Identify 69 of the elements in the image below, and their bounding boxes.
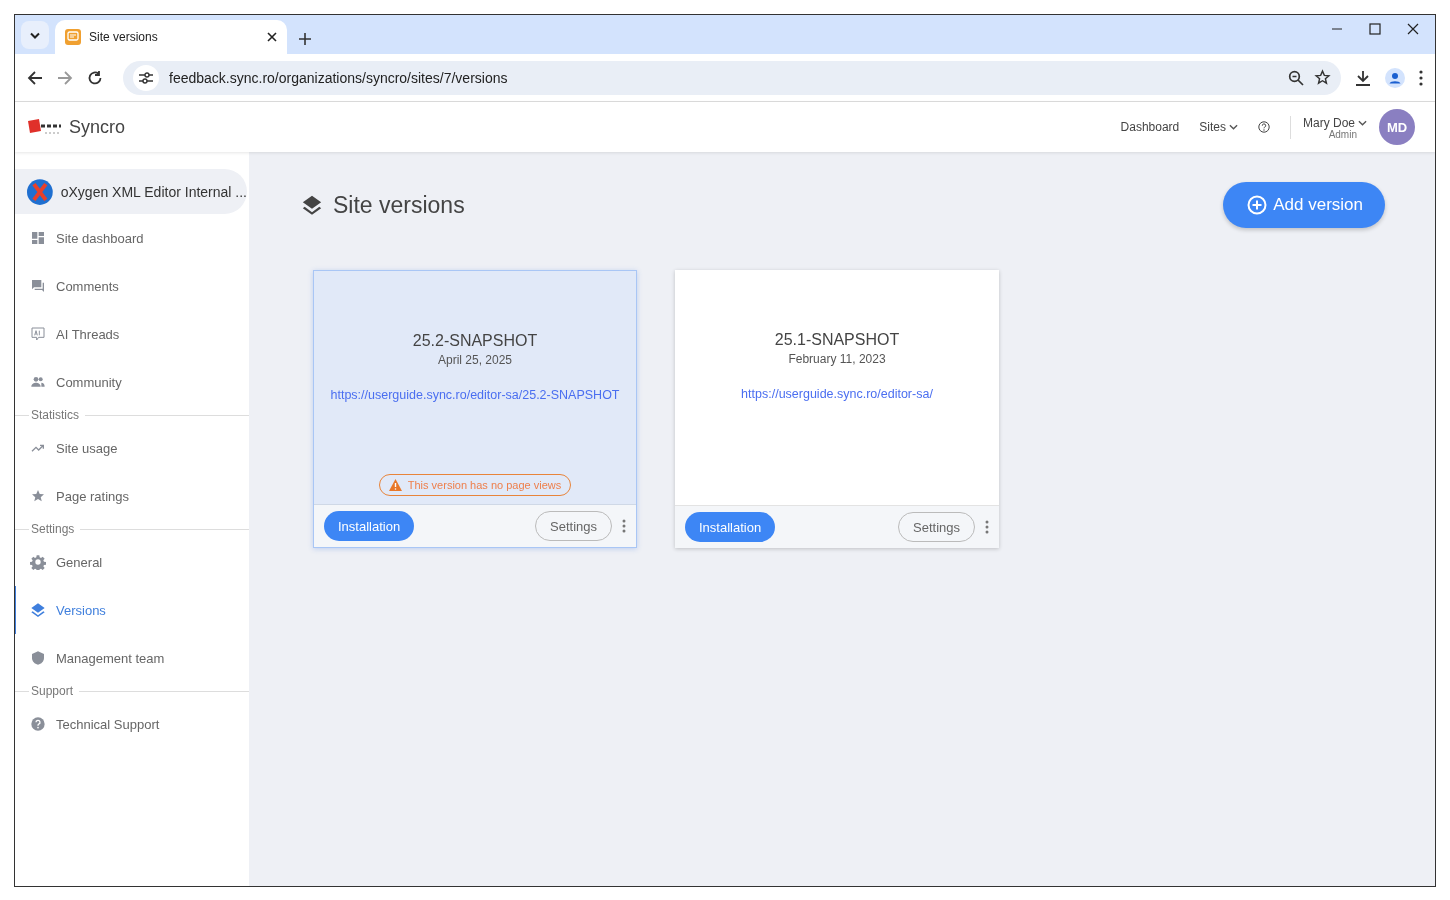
profile-icon[interactable] bbox=[1385, 67, 1405, 88]
gear-icon bbox=[30, 554, 46, 570]
close-icon[interactable] bbox=[1407, 22, 1419, 35]
version-link[interactable]: https://userguide.sync.ro/editor-sa/ bbox=[741, 387, 933, 401]
layers-icon bbox=[30, 602, 46, 618]
brand-name: Syncro bbox=[69, 116, 126, 138]
user-role: Admin bbox=[1328, 129, 1357, 139]
logo-icon bbox=[27, 118, 63, 136]
help-icon bbox=[30, 716, 46, 732]
chevron-down-icon bbox=[30, 31, 40, 39]
star-icon[interactable] bbox=[1314, 69, 1331, 86]
new-tab-icon[interactable] bbox=[299, 33, 311, 45]
chevron-down-icon bbox=[1358, 119, 1367, 126]
shield-icon bbox=[30, 650, 46, 666]
sidebar-item[interactable]: Comments bbox=[15, 262, 249, 310]
site-logo-icon bbox=[27, 178, 53, 205]
browser-tab[interactable]: Site versions bbox=[55, 20, 287, 54]
sidebar-item[interactable]: AI Threads bbox=[15, 310, 249, 358]
dashboard-icon bbox=[30, 230, 46, 246]
feedback-icon bbox=[65, 29, 81, 45]
back-arrow-icon[interactable] bbox=[27, 69, 43, 86]
sidebar-item[interactable]: Page ratings bbox=[15, 472, 249, 520]
sidebar-item[interactable]: Site usage bbox=[15, 424, 249, 472]
sidebar-item[interactable]: Versions bbox=[15, 586, 249, 634]
installation-button[interactable]: Installation bbox=[324, 511, 415, 541]
version-card[interactable]: 25.2-SNAPSHOT April 25, 2025 https://userguide.sync.ro/editor-sa/25.2-SNAPSHOT This version has no page views Installation Settings bbox=[313, 270, 637, 548]
address-bar[interactable]: feedback.sync.ro/organizations/syncro/sites/7/versions bbox=[123, 60, 1341, 95]
comments-icon bbox=[30, 278, 46, 294]
close-icon[interactable] bbox=[267, 32, 277, 42]
version-link[interactable]: https://userguide.sync.ro/editor-sa/25.2-SNAPSHOT bbox=[330, 388, 620, 402]
site-selector[interactable]: oXygen XML Editor Internal ... bbox=[15, 169, 247, 214]
plus-circle-icon bbox=[1247, 195, 1268, 215]
maximize-icon[interactable] bbox=[1369, 22, 1381, 35]
warning-icon bbox=[388, 479, 402, 491]
star-icon bbox=[30, 488, 46, 504]
download-icon[interactable] bbox=[1355, 69, 1371, 86]
nav-link[interactable]: Dashboard bbox=[1120, 120, 1180, 134]
sidebar-item[interactable]: General bbox=[15, 538, 249, 586]
more-icon[interactable] bbox=[985, 520, 989, 534]
site-settings-icon bbox=[139, 71, 153, 84]
zoom-icon[interactable] bbox=[1288, 69, 1304, 86]
version-name: 25.2-SNAPSHOT bbox=[412, 332, 538, 350]
version-card[interactable]: 25.1-SNAPSHOT February 11, 2023 https://userguide.sync.ro/editor-sa/ Installation Settings bbox=[675, 270, 999, 548]
version-date: April 25, 2025 bbox=[437, 353, 513, 367]
reload-icon[interactable] bbox=[87, 69, 103, 86]
nav-link[interactable]: Sites bbox=[1199, 120, 1238, 134]
menu-icon[interactable] bbox=[1419, 69, 1423, 86]
sidebar-item[interactable]: Site dashboard bbox=[15, 214, 249, 262]
installation-button[interactable]: Installation bbox=[685, 512, 776, 542]
ai-icon bbox=[30, 326, 46, 342]
page-title: Site versions bbox=[333, 191, 465, 219]
version-name: 25.1-SNAPSHOT bbox=[774, 331, 900, 349]
chevron-down-icon bbox=[1229, 124, 1238, 130]
forward-arrow-icon[interactable] bbox=[57, 69, 73, 86]
more-icon[interactable] bbox=[622, 519, 626, 533]
user-menu[interactable]: Mary Doe bbox=[1303, 115, 1367, 130]
sidebar-item[interactable]: Technical Support bbox=[15, 700, 249, 748]
user-avatar[interactable]: MD bbox=[1379, 109, 1415, 145]
help-icon[interactable] bbox=[1258, 121, 1270, 133]
sidebar-item[interactable]: Management team bbox=[15, 634, 249, 682]
section-label: Statistics bbox=[31, 408, 79, 422]
section-label: Support bbox=[31, 684, 74, 698]
version-date: February 11, 2023 bbox=[788, 352, 886, 366]
layers-icon bbox=[301, 194, 323, 216]
tab-list-button[interactable] bbox=[21, 21, 49, 49]
community-icon bbox=[30, 374, 46, 390]
add-version-button[interactable]: Add version bbox=[1223, 182, 1385, 228]
section-label: Settings bbox=[31, 522, 75, 536]
sidebar-item[interactable]: Community bbox=[15, 358, 249, 406]
